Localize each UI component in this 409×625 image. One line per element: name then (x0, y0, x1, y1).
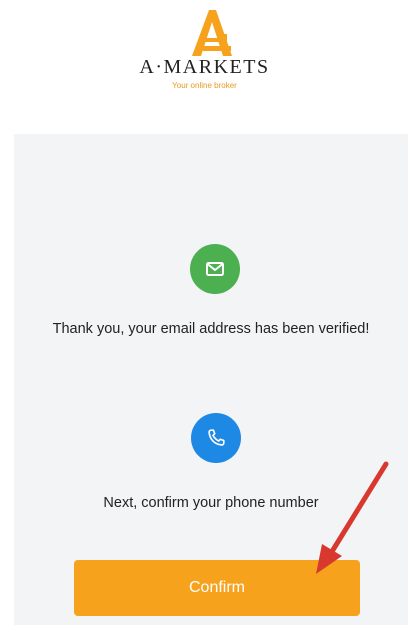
confirm-button-label: Confirm (188, 579, 245, 596)
phone-confirm-message: Next, confirm your phone number (103, 495, 319, 511)
amarkets-logo-icon (192, 10, 232, 56)
confirm-button[interactable]: Confirm (74, 560, 360, 616)
email-verified-message: Thank you, your email address has been v… (52, 321, 370, 337)
email-verified-badge (190, 244, 240, 294)
verification-card: Thank you, your email address has been v… (14, 134, 408, 625)
brand-tagline: Your online broker (172, 81, 237, 90)
envelope-icon (206, 262, 224, 276)
brand-name: A·MARKETS (139, 56, 270, 78)
page: A·MARKETS Your online broker Thank you, … (0, 0, 409, 625)
phone-badge (191, 413, 241, 463)
phone-icon (208, 429, 225, 446)
header: A·MARKETS Your online broker (0, 0, 409, 130)
